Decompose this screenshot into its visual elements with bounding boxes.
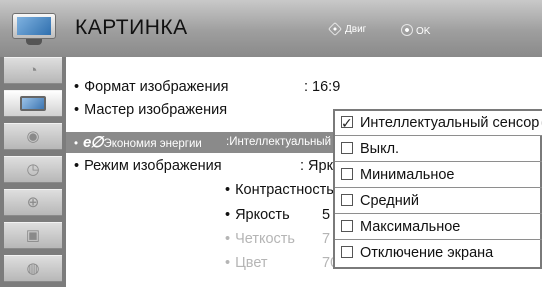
option-medium[interactable]: Средний bbox=[335, 189, 542, 214]
menu-row-value: :Интеллектуальный bbox=[226, 136, 332, 148]
eco-logo-icon: e∅ bbox=[83, 134, 103, 151]
sidebar-item-lock[interactable]: ⊕ bbox=[4, 189, 62, 216]
sidebar-item-network[interactable]: ◍ bbox=[4, 255, 62, 282]
tv-settings-screen: КАРТИНКА Двиг OK ◔ ◉ ◷ ⊕ ▣ ◍ • Формат из… bbox=[0, 0, 542, 287]
menu-row-label: Формат изображения bbox=[84, 79, 229, 95]
option-label: Отключение экрана bbox=[360, 245, 494, 261]
sidebar-item-setup[interactable]: ◔ bbox=[4, 57, 62, 84]
checkbox-icon bbox=[341, 194, 353, 206]
sub-row-label: Четкость bbox=[235, 231, 295, 247]
energy-saving-popup: Интеллектуальный сенсор Выкл. Минимально… bbox=[333, 109, 542, 269]
sidebar-item-audio[interactable]: ◉ bbox=[4, 123, 62, 150]
checkbox-icon bbox=[341, 168, 353, 180]
sidebar-item-time[interactable]: ◷ bbox=[4, 156, 62, 183]
option-off[interactable]: Выкл. bbox=[335, 137, 542, 162]
sub-row-label: Цвет bbox=[235, 255, 268, 271]
move-hint-label: Двиг bbox=[345, 24, 367, 35]
menu-row-picture-wizard[interactable]: • Мастер изображения bbox=[74, 102, 227, 118]
sub-row-label: Контрастность bbox=[235, 182, 334, 198]
header-bar: КАРТИНКА Двиг OK bbox=[0, 0, 542, 57]
checkbox-icon bbox=[341, 220, 353, 232]
option-intelligent-sensor[interactable]: Интеллектуальный сенсор bbox=[335, 111, 542, 136]
lock-icon: ⊕ bbox=[26, 194, 40, 211]
ok-hint: OK bbox=[401, 24, 430, 37]
tv-picture-icon bbox=[20, 96, 46, 111]
sub-row-brightness[interactable]: • Яркость 5 bbox=[225, 207, 330, 223]
option-label: Средний bbox=[360, 193, 419, 209]
sub-row-sharpness[interactable]: • Четкость 7 bbox=[225, 231, 330, 247]
checkbox-checked-icon bbox=[341, 112, 353, 136]
menu-row-picture-mode[interactable]: • Режим изображения : Ярки bbox=[74, 158, 341, 174]
network-globe-icon: ◍ bbox=[26, 260, 40, 277]
sidebar-item-option[interactable]: ▣ bbox=[4, 222, 62, 249]
page-title: КАРТИНКА bbox=[75, 16, 188, 39]
sub-row-contrast[interactable]: •Контрастность10 bbox=[225, 182, 350, 198]
ok-hint-label: OK bbox=[416, 26, 431, 37]
option-label: Интеллектуальный сенсор bbox=[360, 115, 540, 131]
satellite-dish-icon: ◔ bbox=[28, 62, 38, 79]
checkbox-icon bbox=[341, 142, 353, 154]
option-box-icon: ▣ bbox=[25, 227, 41, 244]
option-label: Максимальное bbox=[360, 219, 461, 235]
option-maximum[interactable]: Максимальное bbox=[335, 215, 542, 240]
checkbox-icon bbox=[341, 246, 353, 258]
menu-row-label: Экономия энергии bbox=[103, 138, 202, 150]
picture-tv-icon bbox=[12, 13, 56, 47]
sidebar-item-picture[interactable] bbox=[4, 90, 62, 117]
menu-row-value: : 16:9 bbox=[304, 79, 341, 95]
move-hint: Двиг bbox=[327, 21, 367, 37]
ok-button-icon bbox=[401, 24, 413, 36]
menu-row-label: Режим изображения bbox=[84, 158, 222, 174]
sub-row-label: Яркость bbox=[235, 207, 290, 223]
category-sidebar: ◔ ◉ ◷ ⊕ ▣ ◍ bbox=[0, 57, 66, 287]
clock-time-icon: ◷ bbox=[26, 161, 40, 178]
option-screen-off[interactable]: Отключение экрана bbox=[335, 241, 542, 266]
sub-row-value: 7 bbox=[322, 231, 331, 247]
menu-row-aspect-ratio[interactable]: • Формат изображения : 16:9 bbox=[74, 79, 340, 95]
sub-row-color[interactable]: • Цвет 70 bbox=[225, 255, 338, 271]
sub-row-value: 5 bbox=[322, 207, 331, 223]
option-label: Минимальное bbox=[360, 167, 455, 183]
option-minimum[interactable]: Минимальное bbox=[335, 163, 542, 188]
navigation-arrows-icon bbox=[327, 21, 343, 37]
speaker-sound-icon: ◉ bbox=[26, 128, 40, 145]
option-label: Выкл. bbox=[360, 141, 400, 157]
menu-row-label: Мастер изображения bbox=[84, 102, 228, 118]
